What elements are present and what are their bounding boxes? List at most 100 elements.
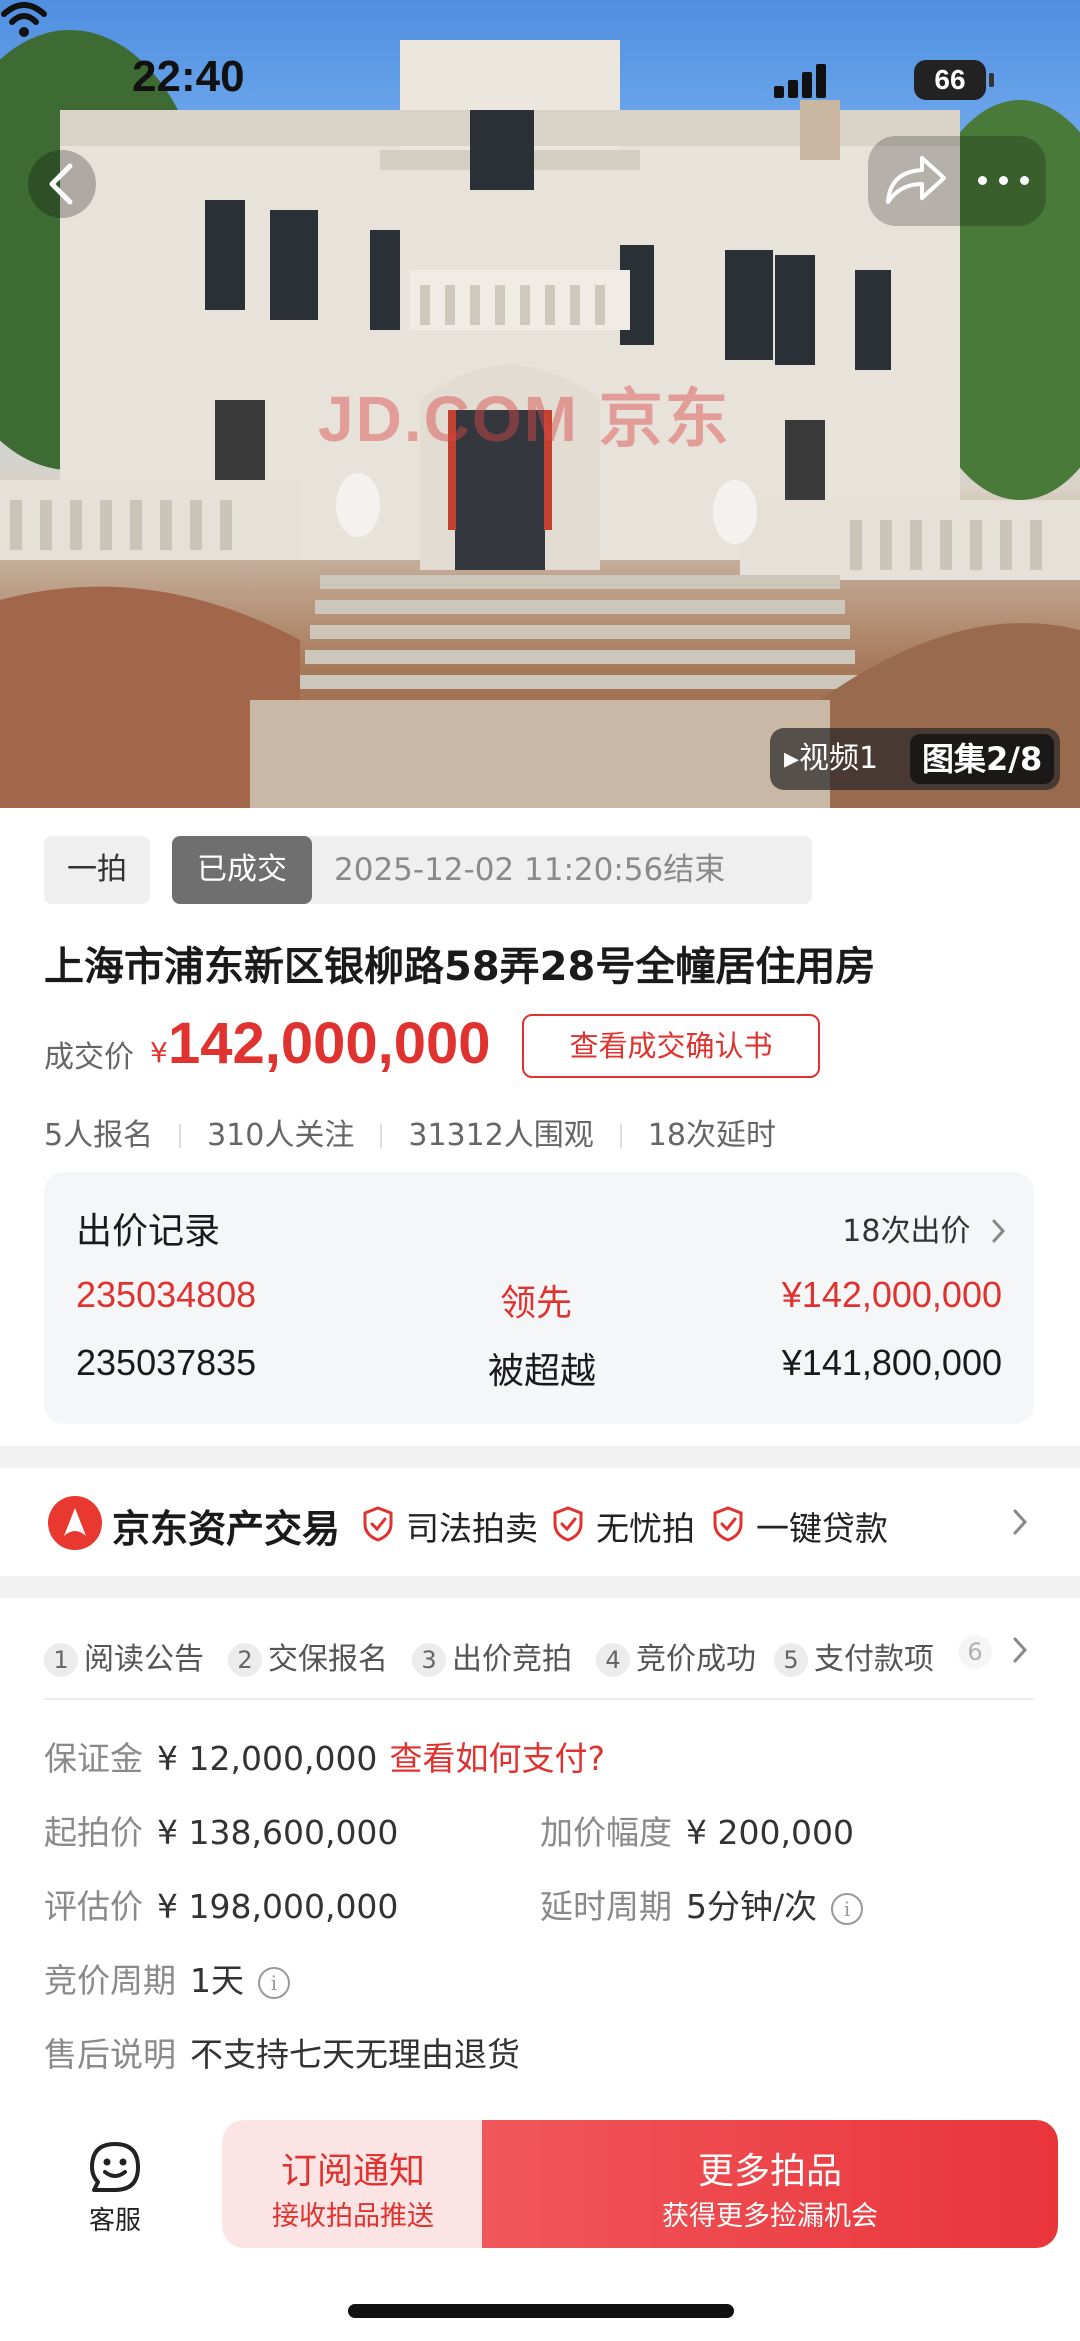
- increment-row: 加价幅度 ¥ 200,000: [540, 1806, 854, 1854]
- deposit-label: 保证金: [44, 1739, 143, 1778]
- steps-divider: [44, 1698, 1034, 1700]
- auction-stats: 5人报名 310人关注 31312人围观 18次延时: [44, 1110, 776, 1154]
- feature-label: 司法拍卖: [406, 1509, 538, 1548]
- bid-record-card[interactable]: 出价记录 18次出价 235034808 领先 ¥142,000,000 235…: [44, 1172, 1034, 1424]
- shield-check-icon: [363, 1506, 393, 1542]
- appraisal-value: ¥ 198,000,000: [157, 1887, 399, 1926]
- appraisal-row: 评估价 ¥ 198,000,000: [44, 1880, 398, 1928]
- video-tab[interactable]: ▸视频1: [784, 728, 878, 790]
- share-icon[interactable]: [882, 150, 948, 210]
- how-to-pay-link[interactable]: 查看如何支付?: [389, 1739, 605, 1778]
- cycle-value: 1天: [190, 1961, 244, 2000]
- status-sold-label: 已成交: [172, 836, 312, 904]
- delay-row: 延时周期 5分钟/次 i: [540, 1880, 864, 1928]
- bid-row-outbid: 235037835 被超越 ¥141,800,000: [76, 1342, 1002, 1392]
- end-time: 2025-12-02 11:20:56结束: [334, 852, 726, 888]
- jd-asset-logo-icon: [48, 1496, 102, 1550]
- platform-banner[interactable]: 京东资产交易 司法拍卖 无忧拍 一键贷款: [0, 1468, 1080, 1576]
- delay-value: 5分钟/次: [686, 1887, 818, 1926]
- more-items-subtitle: 获得更多捡漏机会: [662, 2201, 878, 2232]
- smiley-chat-icon: [90, 2142, 140, 2192]
- stat-signups: 5人报名: [44, 1118, 154, 1153]
- status-bar: 22:40 66: [0, 0, 1080, 150]
- stat-divider: [179, 1124, 182, 1148]
- subscribe-button[interactable]: 订阅通知 接收拍品推送: [222, 2120, 484, 2248]
- shield-check-icon: [713, 1506, 743, 1542]
- back-button[interactable]: [28, 150, 96, 218]
- info-icon[interactable]: i: [831, 1893, 864, 1925]
- more-icon[interactable]: [972, 150, 1036, 210]
- stat-divider: [380, 1124, 383, 1148]
- increment-value: ¥ 200,000: [686, 1813, 854, 1852]
- status-time: 22:40: [132, 52, 245, 101]
- section-divider: [0, 1446, 1080, 1468]
- home-indicator[interactable]: [348, 2304, 734, 2318]
- bid-count-link[interactable]: 18次出价: [842, 1206, 1008, 1250]
- step-read-notice: 1 阅读公告: [44, 1634, 204, 1678]
- currency-symbol: ¥: [150, 1036, 168, 1069]
- chevron-right-icon: [992, 1219, 1006, 1243]
- deal-price-value: 142,000,000: [168, 1011, 491, 1076]
- gallery-tab[interactable]: 图集2/8: [910, 734, 1055, 784]
- view-confirmation-button[interactable]: 查看成交确认书: [522, 1014, 820, 1078]
- increment-label: 加价幅度: [540, 1813, 672, 1852]
- deal-price-row: 成交价 ¥ 142,000,000 查看成交确认书: [44, 1010, 1044, 1080]
- delay-label: 延时周期: [540, 1887, 672, 1926]
- wifi-icon: [1, 2, 47, 37]
- stat-followers: 310人关注: [207, 1118, 355, 1153]
- media-switcher: ▸视频1 图集2/8: [770, 728, 1060, 790]
- subscribe-title: 订阅通知: [280, 2151, 425, 2192]
- bid-status: 被超越: [488, 1351, 597, 1392]
- deal-price-label: 成交价: [44, 1040, 134, 1075]
- chevron-left-icon: [49, 163, 73, 205]
- jd-watermark: JD.COM 京东: [318, 383, 731, 455]
- step-bidding: 3 出价竞拍: [412, 1634, 572, 1678]
- bid-amount: ¥142,000,000: [781, 1274, 1002, 1315]
- step-deposit-signup: 2 交保报名: [228, 1634, 388, 1678]
- appraisal-label: 评估价: [44, 1887, 143, 1926]
- section-divider: [0, 1576, 1080, 1598]
- start-price-row: 起拍价 ¥ 138,600,000: [44, 1806, 398, 1854]
- platform-name: 京东资产交易: [112, 1507, 341, 1551]
- stat-extensions: 18次延时: [647, 1118, 776, 1153]
- subscribe-subtitle: 接收拍品推送: [272, 2201, 434, 2232]
- aftersale-label: 售后说明: [44, 2035, 176, 2074]
- deposit-row: 保证金 ¥ 12,000,000 查看如何支付?: [44, 1732, 605, 1780]
- more-items-button[interactable]: 更多拍品 获得更多捡漏机会: [482, 2120, 1058, 2248]
- battery-icon: 66: [914, 60, 994, 100]
- hero-gallery[interactable]: JD.COM 京东 22:40 66 ▸视频1 图集2/8: [0, 0, 1080, 808]
- auction-round-tag: 一拍: [44, 836, 150, 904]
- stat-divider: [619, 1124, 622, 1148]
- page-title: 上海市浦东新区银柳路58弄28号全幢居住用房: [44, 944, 876, 990]
- step-bid-success: 4 竞价成功: [596, 1634, 756, 1678]
- stat-viewers: 31312人围观: [408, 1118, 594, 1153]
- auction-steps[interactable]: 1 阅读公告 2 交保报名 3 出价竞拍 4 竞价成功 5 支付款项 6: [44, 1624, 1034, 1700]
- deposit-value: ¥ 12,000,000: [157, 1739, 378, 1778]
- aftersale-value: 不支持七天无理由退货: [190, 2035, 520, 2074]
- cycle-label: 竞价周期: [44, 1961, 176, 2000]
- start-price-label: 起拍价: [44, 1813, 143, 1852]
- feature-label: 一键贷款: [756, 1509, 888, 1548]
- shield-check-icon: [553, 1506, 583, 1542]
- top-actions: [868, 136, 1046, 226]
- bid-count-label: 18次出价: [842, 1214, 971, 1249]
- start-price-value: ¥ 138,600,000: [157, 1813, 399, 1852]
- bidder-id: 235037835: [76, 1342, 257, 1383]
- bidder-id: 235034808: [76, 1274, 257, 1315]
- status-badge: 已成交 2025-12-02 11:20:56结束: [172, 836, 812, 904]
- cycle-row: 竞价周期 1天 i: [44, 1954, 290, 2002]
- feature-label: 无忧拍: [596, 1509, 695, 1548]
- aftersale-row: 售后说明 不支持七天无理由退货: [44, 2028, 520, 2076]
- more-items-title: 更多拍品: [697, 2151, 842, 2192]
- chevron-right-icon: [1013, 1509, 1028, 1535]
- step-payment: 5 支付款项: [774, 1634, 934, 1678]
- customer-service-label: 客服: [88, 2206, 141, 2236]
- chevron-right-icon[interactable]: [1010, 1634, 1030, 1666]
- step-six: 6: [958, 1634, 998, 1669]
- info-icon[interactable]: i: [258, 1967, 290, 1999]
- cellular-signal-icon: [774, 64, 830, 98]
- bid-status: 领先: [500, 1283, 573, 1324]
- bid-record-title: 出价记录: [76, 1211, 221, 1252]
- bid-amount: ¥141,800,000: [781, 1342, 1002, 1383]
- customer-service-button[interactable]: 客服: [70, 2136, 160, 2246]
